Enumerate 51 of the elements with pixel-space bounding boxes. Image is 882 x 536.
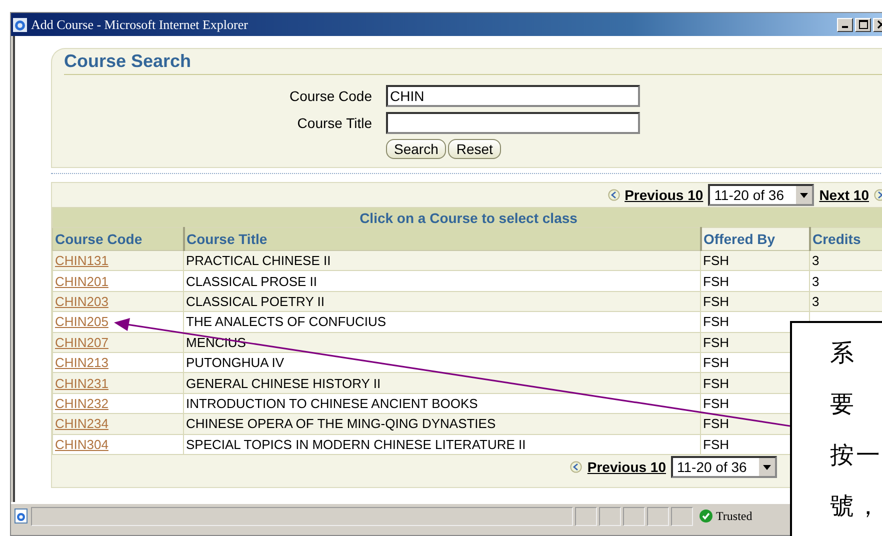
minimize-button[interactable] xyxy=(837,18,853,32)
callout-text: 系 xyxy=(830,338,857,369)
callout-text: 號， xyxy=(830,491,882,522)
table-cell: 3 xyxy=(810,270,882,292)
section-title: Course Search xyxy=(64,51,882,75)
table-cell: 3 xyxy=(810,250,882,271)
table-cell: CLASSICAL PROSE II xyxy=(184,270,700,292)
table-cell: SPECIAL TOPICS IN MODERN CHINESE LITERATURE II xyxy=(184,434,700,454)
maximize-icon xyxy=(858,20,868,29)
input-field[interactable] xyxy=(386,112,640,134)
status-pane xyxy=(623,506,645,526)
table-cell: GENERAL CHINESE HISTORY II xyxy=(184,372,700,394)
table-cell: FSH xyxy=(700,291,810,312)
previous-icon xyxy=(570,460,582,473)
table-cell: PUTONGHUA IV xyxy=(184,352,700,373)
check-icon xyxy=(699,509,713,523)
table-cell: INTRODUCTION TO CHINESE ANCIENT BOOKS xyxy=(184,393,700,414)
table-cell: FSH xyxy=(700,270,810,292)
zone-label: Trusted xyxy=(716,508,752,524)
table-cell: THE ANALECTS OF CONFUCIUS xyxy=(184,312,700,332)
field-label: Course Code xyxy=(288,88,373,104)
next-link[interactable]: Next 10 xyxy=(819,187,869,203)
search-button[interactable]: Search xyxy=(386,139,446,159)
window-title: Add Course - Microsoft Internet Explorer xyxy=(31,16,248,32)
status-pane xyxy=(599,506,621,526)
table-cell: CHINESE OPERA OF THE MING-QING DYNASTIES xyxy=(184,414,700,434)
table-cell: 3 xyxy=(810,291,882,312)
previous-icon xyxy=(608,189,620,201)
callout-text: 按一 xyxy=(830,440,882,471)
column-header: Course Code xyxy=(52,228,184,250)
browser-icon xyxy=(13,18,27,32)
field-label: Course Title xyxy=(296,115,373,131)
callout-text: 要 xyxy=(830,389,857,420)
previous-link[interactable]: Previous 10 xyxy=(624,187,704,203)
column-header: Course Title xyxy=(184,228,700,250)
table-cell: FSH xyxy=(700,250,810,271)
table-cell: CLASSICAL POETRY II xyxy=(184,291,700,312)
table-cell: PRACTICAL CHINESE II xyxy=(184,250,700,271)
previous-link[interactable]: Previous 10 xyxy=(587,458,666,475)
status-pane xyxy=(647,506,669,526)
column-header: Credits xyxy=(810,228,882,250)
status-pane xyxy=(671,506,693,526)
range-dropdown[interactable]: 11-20 of 36 xyxy=(708,184,814,206)
reset-button[interactable]: Reset xyxy=(448,139,501,159)
maximize-button[interactable] xyxy=(855,18,871,32)
table-caption: Click on a Course to select class xyxy=(52,208,882,228)
input-field[interactable]: CHIN xyxy=(386,85,640,107)
column-header: Offered By xyxy=(700,228,810,250)
status-pane xyxy=(575,506,597,526)
range-dropdown[interactable]: 11-20 of 36 xyxy=(671,456,777,478)
page-icon xyxy=(13,508,29,524)
